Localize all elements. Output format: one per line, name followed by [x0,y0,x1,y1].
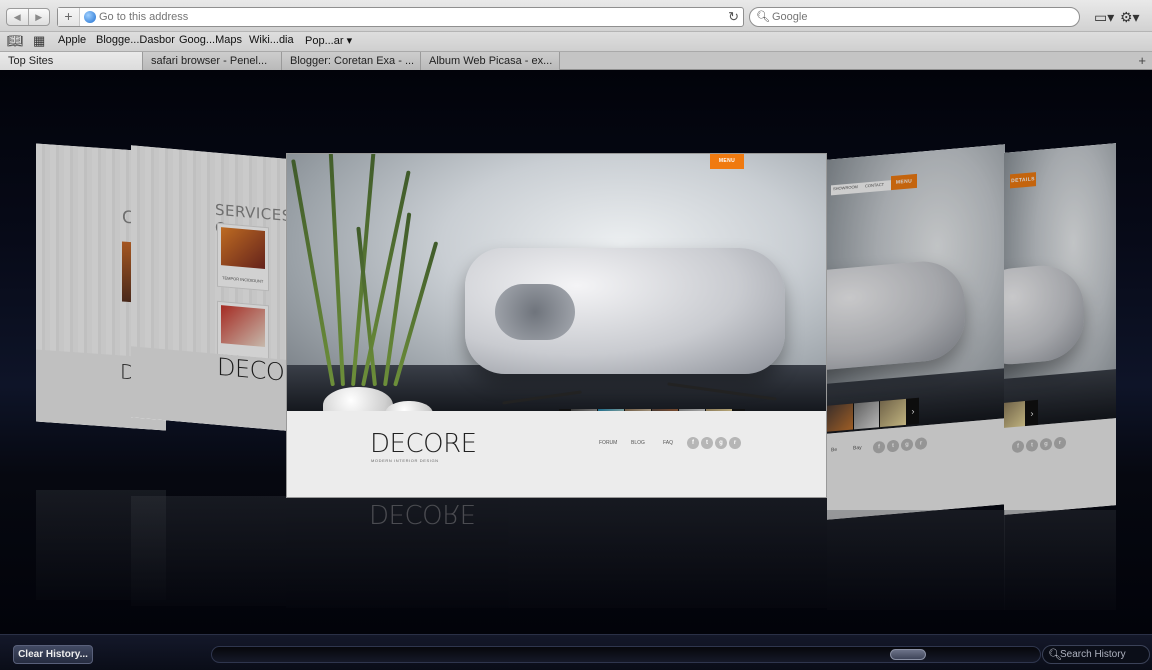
clear-history-button[interactable]: Clear History... [13,645,93,664]
top-sites-grid-icon[interactable]: ▦ [33,33,45,49]
cover-flow-scrollbar[interactable] [211,646,1041,663]
history-cover-flow: C D SERVICES O TEMPOR INCIDIDUNT TEMPOR … [0,70,1152,634]
dim-overlay [827,144,1005,520]
history-search-input[interactable] [1060,648,1146,661]
history-thumbnail[interactable]: MENU SHOWROOM CONTACT › Be Bay f t g r [827,144,1005,520]
history-bottom-bar: Clear History... 🔍︎ [0,634,1152,670]
page-footer: DECORE MODERN INTERIOR DESIGN FORUM BLOG… [287,411,826,497]
address-input[interactable] [99,9,719,25]
bookmark-item[interactable]: Blogge...Dasbor [96,34,175,46]
tab-item[interactable]: Blogger: Coretan Exa - ... [282,52,421,70]
new-tab-button[interactable]: + [1138,53,1146,68]
twitter-icon: t [701,437,713,450]
page-reflection [827,510,1005,610]
tab-bar: Top Sites safari browser - Penel... Blog… [0,52,1152,70]
add-bookmark-button[interactable]: + [58,8,80,26]
forward-arrow-icon: ▶ [35,11,43,22]
history-nav-group: ◀ ▶ [6,8,50,26]
reload-icon[interactable]: ↻ [728,9,739,25]
tab-item[interactable]: Album Web Picasa - ex... [421,52,560,70]
address-bar[interactable]: + ↻ [57,7,744,27]
dim-overlay [1004,143,1116,515]
tab-item[interactable]: safari browser - Penel... [143,52,282,70]
google-plus-icon: g [715,437,727,450]
scrollbar-thumb[interactable] [890,649,926,660]
footer-nav-item: FAQ [663,440,674,447]
tab-label: Blogger: Coretan Exa - ... [290,55,415,67]
reading-list-icon[interactable]: 📖︎ [7,33,24,49]
tab-label: Top Sites [8,55,54,67]
page-reflection [1004,510,1116,610]
search-bar[interactable]: 🔍︎ [749,7,1080,27]
footer-nav-item: BLOG [631,440,645,447]
site-tagline: MODERN INTERIOR DESIGN [371,458,439,464]
history-current-page[interactable]: MENU ‹ › DECORE MODERN INTERIOR DESIGN F… [286,153,827,498]
bookmarks-bar: 📖︎ ▦ Apple Blogge...Dasbor Goog...Maps W… [0,32,1152,52]
back-arrow-icon: ◀ [13,11,21,22]
back-button[interactable]: ◀ [7,9,28,25]
page-reflection [36,490,166,600]
dim-overlay [131,145,286,431]
page-menu-icon[interactable]: ▭▾ [1094,9,1114,26]
search-icon: 🔍︎ [756,11,770,23]
history-search[interactable]: 🔍︎ [1042,645,1150,664]
gear-icon[interactable]: ⚙▾ [1120,9,1140,26]
forward-button[interactable]: ▶ [27,9,50,25]
site-logo: DECORE [370,429,477,460]
bookmark-item[interactable]: Wiki...dia [249,34,294,46]
hero-image: MENU ‹ › [287,154,826,441]
bookmark-item[interactable]: Pop...ar ▾ [305,34,352,47]
globe-icon [84,11,96,23]
bookmark-item[interactable]: Apple [58,34,86,46]
facebook-icon: f [687,437,699,450]
chair-opening [495,284,575,340]
search-input[interactable] [772,9,1072,25]
browser-toolbar: ◀ ▶ + ↻ 🔍︎ ▭▾ ⚙▾ [0,0,1152,32]
tab-label: Album Web Picasa - ex... [429,55,553,67]
history-thumbnail[interactable]: SERVICES O TEMPOR INCIDIDUNT TEMPOR INCI… [131,145,286,431]
bookmark-item[interactable]: Goog...Maps [179,34,242,46]
reflection-logo: DECORE [369,498,476,528]
page-reflection: DECORE [286,498,827,608]
menu-tab: MENU [710,154,744,169]
footer-nav-item: FORUM [599,440,618,447]
history-thumbnail[interactable]: DETAILS › f t g r [1004,143,1116,515]
tab-label: safari browser - Penel... [151,55,268,67]
rss-icon: r [729,437,741,450]
tab-top-sites[interactable]: Top Sites [0,52,143,70]
